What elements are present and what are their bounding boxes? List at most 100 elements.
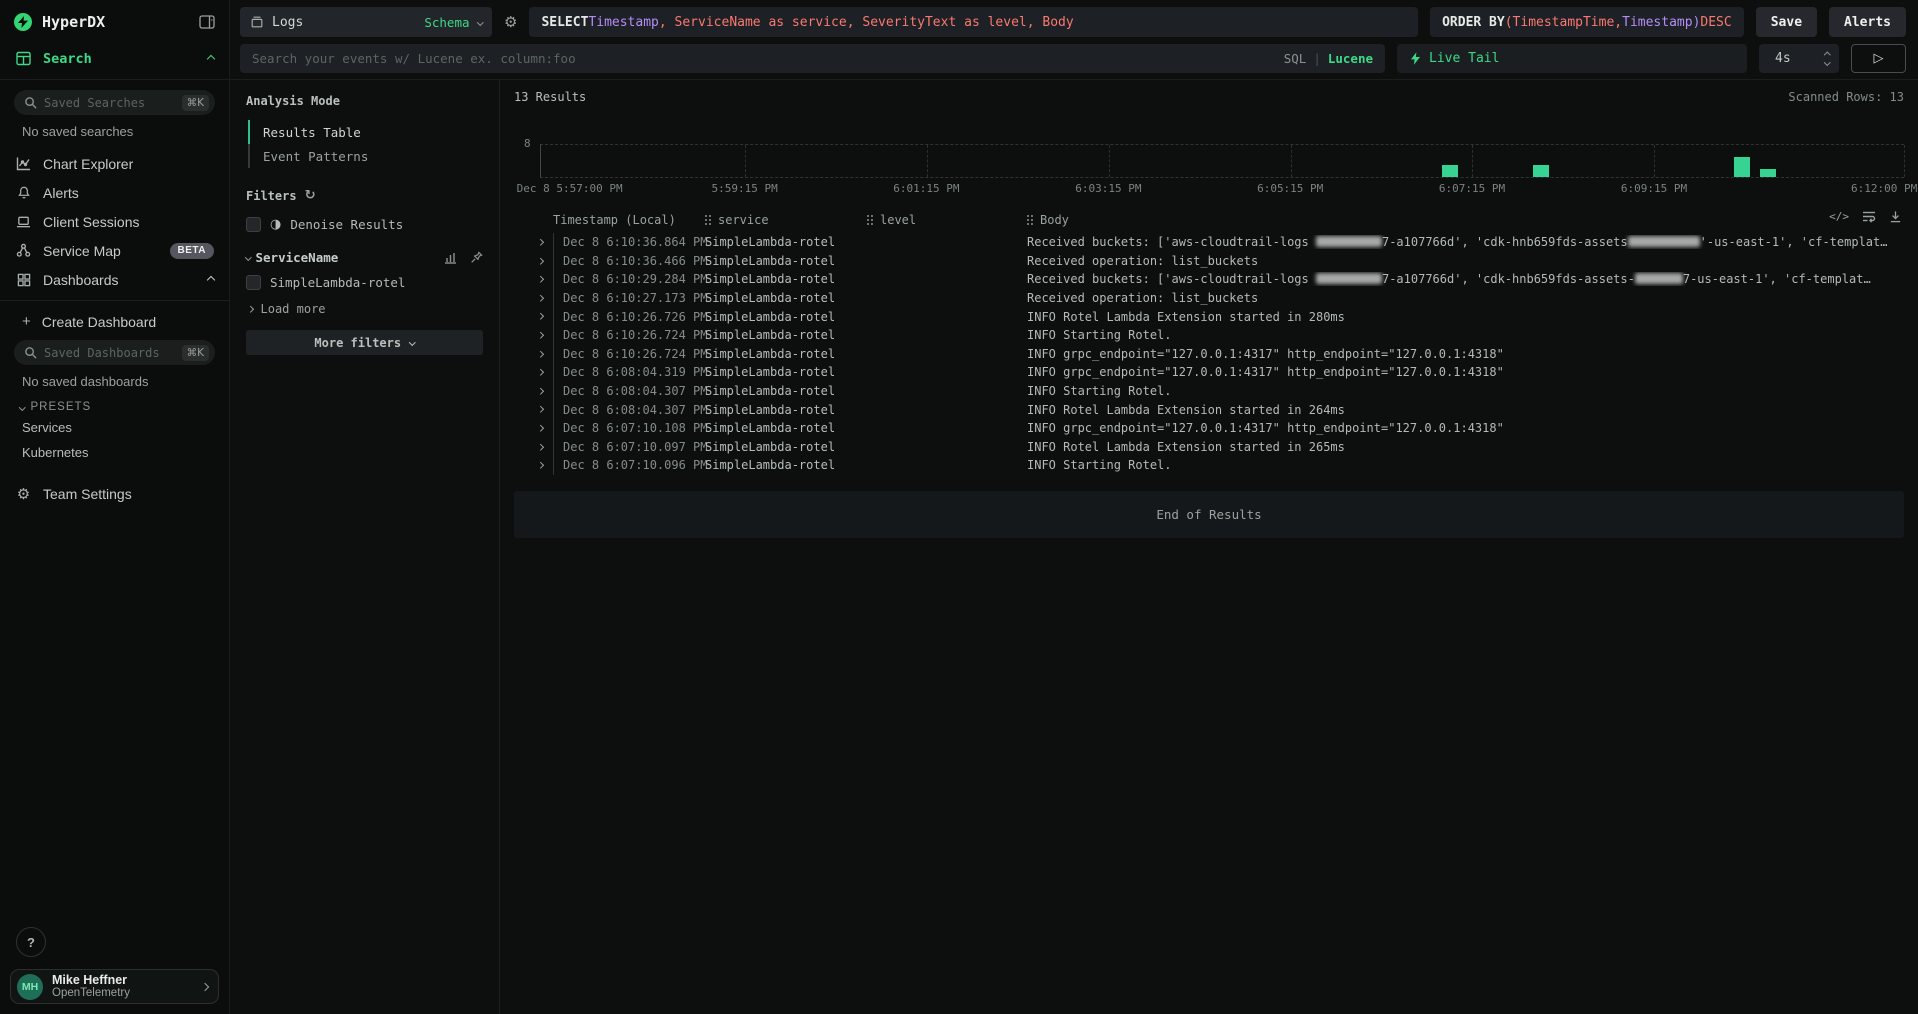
histogram-bar[interactable] xyxy=(1734,157,1750,177)
event-search-input[interactable] xyxy=(252,51,1276,66)
row-expand-icon[interactable] xyxy=(537,258,543,264)
denoise-filter-row[interactable]: ◑ Denoise Results xyxy=(246,217,483,232)
plus-icon: + xyxy=(22,313,31,330)
drag-handle-icon[interactable] xyxy=(705,215,712,226)
preset-item-services[interactable]: Services xyxy=(0,415,229,440)
column-header-level[interactable]: level xyxy=(867,213,1027,227)
sidebar-item-dashboards[interactable]: Dashboards xyxy=(0,265,229,294)
sidebar-item-search[interactable]: Search xyxy=(0,44,229,73)
code-view-icon[interactable]: </> xyxy=(1829,210,1849,223)
saved-dashboards-box[interactable]: ⌘K xyxy=(14,340,215,365)
log-row[interactable]: Dec 8 6:10:36.864 PMSimpleLambda-rotelRe… xyxy=(527,233,1904,252)
user-card[interactable]: MH Mike Heffner OpenTelemetry xyxy=(10,969,219,1004)
pin-icon[interactable] xyxy=(470,251,483,264)
log-row[interactable]: Dec 8 6:08:04.307 PMSimpleLambda-rotelIN… xyxy=(527,382,1904,401)
save-button[interactable]: Save xyxy=(1756,7,1817,37)
sidebar-collapse-icon[interactable] xyxy=(199,15,215,29)
row-expand-icon[interactable] xyxy=(537,462,543,468)
live-tail-button[interactable]: Live Tail xyxy=(1397,44,1747,73)
saved-searches-input[interactable] xyxy=(44,96,175,110)
play-button[interactable]: ▷ xyxy=(1851,44,1906,73)
presets-label: PRESETS xyxy=(31,401,92,413)
row-expand-icon[interactable] xyxy=(537,295,543,301)
denoise-label: Denoise Results xyxy=(290,217,403,232)
log-row[interactable]: Dec 8 6:10:26.724 PMSimpleLambda-rotelIN… xyxy=(527,326,1904,345)
column-header-service[interactable]: service xyxy=(705,213,867,227)
denoise-checkbox[interactable] xyxy=(246,217,261,232)
log-timestamp: Dec 8 6:10:26.724 PM xyxy=(553,326,705,345)
log-timestamp: Dec 8 6:08:04.307 PM xyxy=(553,382,705,401)
histogram-plot[interactable] xyxy=(540,144,1904,178)
sidebar-item-alerts[interactable]: Alerts xyxy=(0,178,229,207)
presets-toggle[interactable]: PRESETS xyxy=(0,393,229,415)
log-row[interactable]: Dec 8 6:10:26.724 PMSimpleLambda-rotelIN… xyxy=(527,345,1904,364)
sidebar-item-team-settings[interactable]: ⚙ Team Settings xyxy=(0,479,229,508)
service-checkbox[interactable] xyxy=(246,275,261,290)
log-service: SimpleLambda-rotel xyxy=(705,272,867,286)
log-row[interactable]: Dec 8 6:07:10.096 PMSimpleLambda-rotelIN… xyxy=(527,456,1904,475)
sql-toggle[interactable]: SQL xyxy=(1284,51,1307,66)
mode-event-patterns[interactable]: Event Patterns xyxy=(250,144,483,168)
row-expand-icon[interactable] xyxy=(537,406,543,412)
analysis-mode-list: Results Table Event Patterns xyxy=(248,120,483,168)
log-row[interactable]: Dec 8 6:10:36.466 PMSimpleLambda-rotelRe… xyxy=(527,252,1904,271)
download-icon[interactable] xyxy=(1889,210,1902,223)
create-dashboard-button[interactable]: + Create Dashboard xyxy=(0,307,229,336)
log-row[interactable]: Dec 8 6:08:04.307 PMSimpleLambda-rotelIN… xyxy=(527,400,1904,419)
load-more-button[interactable]: Load more xyxy=(248,302,483,316)
event-search-bar[interactable]: SQL | Lucene xyxy=(240,44,1385,73)
chevron-right-icon xyxy=(247,306,253,312)
log-service: SimpleLambda-rotel xyxy=(705,235,867,249)
log-row[interactable]: Dec 8 6:10:29.284 PMSimpleLambda-rotelRe… xyxy=(527,270,1904,289)
more-filters-button[interactable]: More filters xyxy=(246,330,483,355)
row-expand-icon[interactable] xyxy=(537,313,543,319)
sql-select-editor[interactable]: SELECT Timestamp, ServiceName as service… xyxy=(529,7,1418,37)
row-expand-icon[interactable] xyxy=(537,239,543,245)
wrap-lines-icon[interactable] xyxy=(1862,210,1876,223)
alerts-button[interactable]: Alerts xyxy=(1829,7,1906,37)
user-org: OpenTelemetry xyxy=(52,987,193,1000)
mode-results-table[interactable]: Results Table xyxy=(250,120,483,144)
sidebar-item-service-map[interactable]: Service Map BETA xyxy=(0,236,229,265)
log-row[interactable]: Dec 8 6:08:04.319 PMSimpleLambda-rotelIN… xyxy=(527,363,1904,382)
row-expand-icon[interactable] xyxy=(537,444,543,450)
row-expand-icon[interactable] xyxy=(537,425,543,431)
service-filter-row[interactable]: SimpleLambda-rotel xyxy=(246,275,483,290)
source-selector[interactable]: Logs Schema xyxy=(240,7,492,37)
log-row[interactable]: Dec 8 6:10:27.173 PMSimpleLambda-rotelRe… xyxy=(527,289,1904,308)
histogram-bar[interactable] xyxy=(1442,165,1458,177)
histogram-bar[interactable] xyxy=(1533,165,1549,177)
chart-icon[interactable] xyxy=(443,251,457,264)
lucene-toggle[interactable]: Lucene xyxy=(1328,51,1373,66)
sidebar-item-chart-explorer[interactable]: Chart Explorer xyxy=(0,149,229,178)
sidebar-bottom: ? MH Mike Heffner OpenTelemetry xyxy=(0,927,229,1004)
app-title: HyperDX xyxy=(42,13,189,31)
column-header-body[interactable]: Body xyxy=(1027,213,1904,227)
row-expand-icon[interactable] xyxy=(537,369,543,375)
drag-handle-icon[interactable] xyxy=(1027,215,1034,226)
query-settings-gear-icon[interactable]: ⚙ xyxy=(504,13,517,31)
histogram-bar[interactable] xyxy=(1760,169,1776,177)
refresh-icon[interactable]: ↻ xyxy=(305,188,316,203)
row-expand-icon[interactable] xyxy=(537,388,543,394)
log-row[interactable]: Dec 8 6:10:26.726 PMSimpleLambda-rotelIN… xyxy=(527,307,1904,326)
row-expand-icon[interactable] xyxy=(537,332,543,338)
query-language-toggle: SQL | Lucene xyxy=(1284,51,1373,66)
stepper-chevrons[interactable] xyxy=(1825,53,1830,65)
row-expand-icon[interactable] xyxy=(537,276,543,282)
saved-dashboards-input[interactable] xyxy=(44,346,175,360)
servicename-filter-group[interactable]: ServiceName xyxy=(246,250,483,265)
order-by-editor[interactable]: ORDER BY (TimestampTime, Timestamp) DESC xyxy=(1430,7,1744,37)
schema-link[interactable]: Schema xyxy=(424,15,469,30)
help-button[interactable]: ? xyxy=(16,927,46,957)
drag-handle-icon[interactable] xyxy=(867,215,874,226)
row-expand-icon[interactable] xyxy=(537,351,543,357)
divider xyxy=(0,300,229,301)
log-row[interactable]: Dec 8 6:07:10.097 PMSimpleLambda-rotelIN… xyxy=(527,438,1904,457)
sidebar-item-client-sessions[interactable]: Client Sessions xyxy=(0,207,229,236)
column-header-timestamp[interactable]: Timestamp (Local) xyxy=(553,213,705,227)
saved-searches-box[interactable]: ⌘K xyxy=(14,90,215,115)
log-row[interactable]: Dec 8 6:07:10.108 PMSimpleLambda-rotelIN… xyxy=(527,419,1904,438)
refresh-interval-stepper[interactable]: 4s xyxy=(1759,44,1839,73)
preset-item-kubernetes[interactable]: Kubernetes xyxy=(0,440,229,465)
